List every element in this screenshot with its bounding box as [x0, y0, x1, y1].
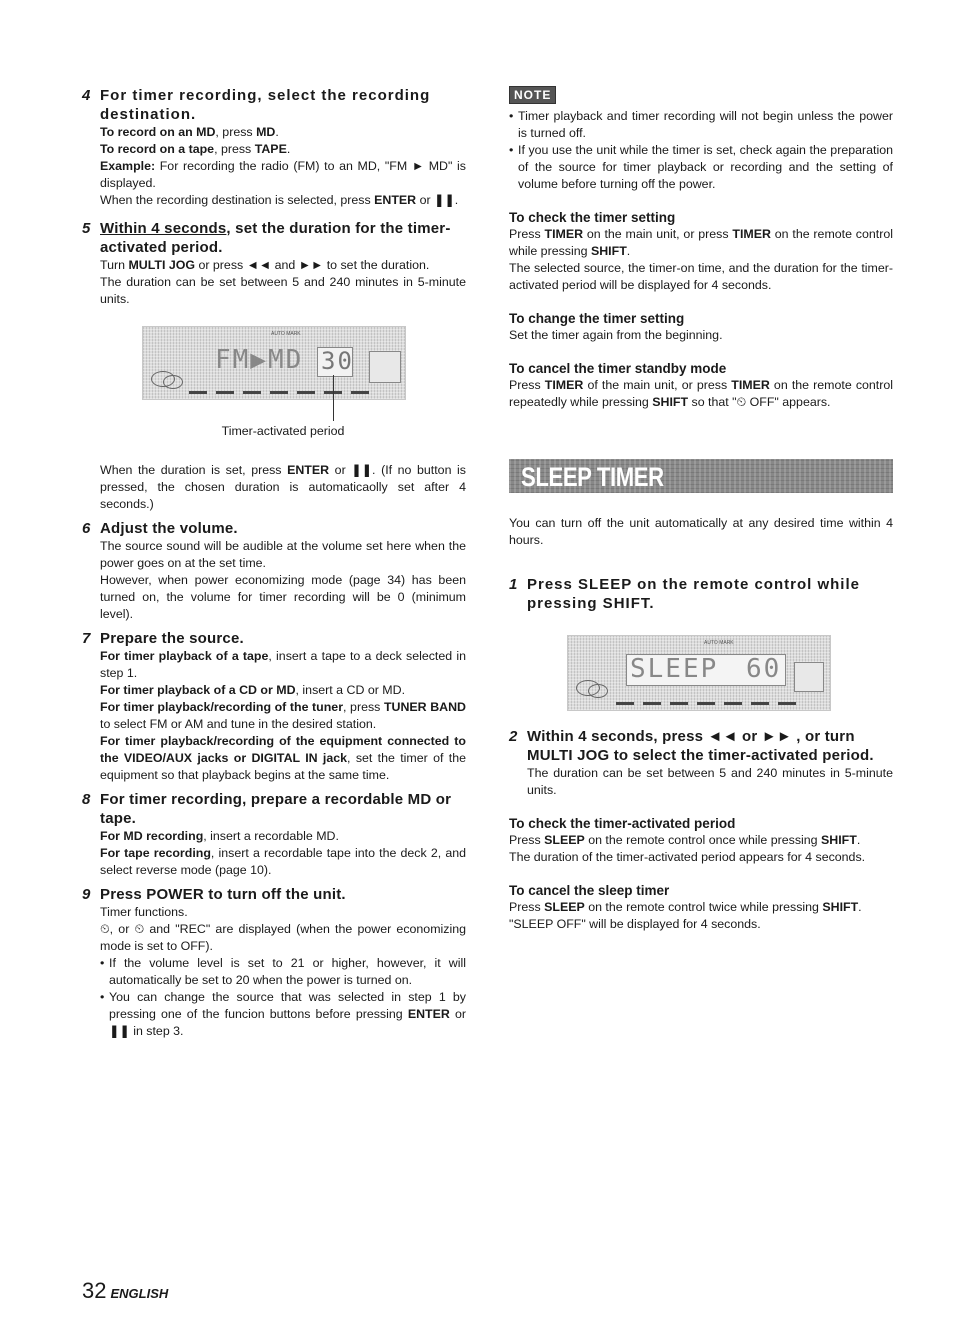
bullet-item: If the volume level is set to 21 or high… [100, 955, 466, 989]
paragraph: "SLEEP OFF" will be displayed for 4 seco… [509, 917, 761, 931]
banner-title: SLEEP TIMER [521, 462, 664, 492]
step-title: Press SLEEP on the remote control while … [527, 576, 860, 612]
step-5: 5 Within 4 seconds, set the duration for… [82, 219, 466, 513]
step-4: 4 For timer recording, select the record… [82, 86, 466, 209]
step-number: 9 [82, 886, 91, 903]
instruction-line: For tape recording, insert a recordable … [100, 846, 466, 877]
auto-mark-label: AUTO MARK [271, 331, 301, 337]
lcd-display-figure: AUTO MARK FM▶MD 30 [142, 326, 406, 421]
page-footer: 32 ENGLISH [82, 1278, 168, 1304]
step-number: 8 [82, 791, 91, 808]
step-title: For timer recording, select the recordin… [100, 87, 431, 123]
step-7: 7 Prepare the source. For timer playback… [82, 629, 466, 784]
pointer-line [333, 375, 334, 421]
step-title: Adjust the volume. [100, 520, 238, 537]
display-value-box: 30 [317, 347, 353, 377]
paragraph: You can turn off the unit automatically … [509, 516, 893, 547]
step-6: 6 Adjust the volume. The source sound wi… [82, 519, 466, 623]
section-heading: To check the timer-activated period [509, 816, 736, 831]
instruction-line: For MD recording, insert a recordable MD… [100, 829, 339, 843]
instruction-line: For timer playback/recording of the tune… [100, 700, 466, 731]
language-label: ENGLISH [110, 1286, 169, 1301]
instruction-line: When the recording destination is select… [100, 193, 459, 207]
display-text: SLEEP [630, 654, 719, 684]
section-heading: To cancel the timer standby mode [509, 361, 727, 376]
instruction-line: For timer playback of a CD or MD, insert… [100, 683, 406, 697]
sleep-timer-banner: SLEEP TIMER [509, 459, 893, 493]
right-column: NOTE Timer playback and timer recording … [509, 86, 893, 933]
display-value: 60 [746, 654, 782, 684]
note-item: If you use the unit while the timer is s… [509, 142, 893, 193]
lcd-display-figure: AUTO MARK SLEEP 60 [567, 635, 831, 711]
instruction-line: The duration can be set between 5 and 24… [100, 275, 466, 306]
step-9: 9 Press POWER to turn off the unit. Time… [82, 885, 466, 1040]
paragraph: ⏲, or ⏲ and "REC" are displayed (when th… [100, 922, 466, 953]
note-badge: NOTE [509, 86, 557, 104]
step-title: Within 4 seconds, press ◄◄ or ►► , or tu… [527, 728, 874, 764]
disc-icon [588, 684, 608, 698]
step-number: 4 [82, 87, 91, 104]
display-side-box [369, 351, 401, 383]
dash-segments [189, 391, 369, 394]
instruction-line: To record on an MD, press MD. [100, 125, 279, 139]
display-value: 30 [321, 347, 354, 375]
instruction-line: For timer playback of a tape, insert a t… [100, 649, 467, 680]
paragraph: Press TIMER on the main unit, or press T… [509, 227, 893, 258]
step-number: 2 [509, 728, 518, 745]
section-heading: To check the timer setting [509, 210, 676, 225]
instruction-line: Turn MULTI JOG or press ◄◄ and ►► to set… [100, 258, 430, 272]
paragraph: The source sound will be audible at the … [100, 539, 466, 570]
figure-caption: Timer-activated period [221, 424, 345, 438]
step-8: 8 For timer recording, prepare a recorda… [82, 790, 466, 879]
note-item: Timer playback and timer recording will … [509, 108, 893, 142]
step-title: Prepare the source. [100, 630, 244, 647]
paragraph: Timer functions. [100, 905, 188, 919]
sleep-step-2: 2 Within 4 seconds, press ◄◄ or ►► , or … [509, 727, 893, 799]
section-heading: To cancel the sleep timer [509, 883, 670, 898]
paragraph: Press SLEEP on the remote control once w… [509, 833, 861, 847]
paragraph: Press TIMER of the main unit, or press T… [509, 378, 894, 409]
auto-mark-label: AUTO MARK [704, 640, 734, 646]
dash-segments [616, 702, 796, 705]
instruction-line: Example: For recording the radio (FM) to… [100, 159, 466, 190]
instruction-line: To record on a tape, press TAPE. [100, 142, 291, 156]
step-number: 7 [82, 630, 91, 647]
step-number: 1 [509, 576, 518, 593]
paragraph: The duration can be set between 5 and 24… [527, 766, 893, 797]
sleep-step-1: 1 Press SLEEP on the remote control whil… [509, 575, 893, 613]
step-title: Within 4 seconds, set the duration for t… [100, 220, 451, 256]
step-number: 6 [82, 520, 91, 537]
paragraph: Set the timer again from the beginning. [509, 328, 723, 342]
paragraph: However, when power economizing mode (pa… [100, 573, 466, 621]
paragraph: The duration of the timer-activated peri… [509, 850, 866, 864]
section-heading: To change the timer setting [509, 311, 685, 326]
instruction-line: For timer playback/recording of the equi… [100, 734, 466, 782]
step-number: 5 [82, 220, 91, 237]
paragraph: Press SLEEP on the remote control twice … [509, 900, 862, 914]
left-column: 4 For timer recording, select the record… [82, 86, 466, 1040]
page-number: 32 [82, 1278, 107, 1303]
instruction-line: When the duration is set, press ENTER or… [100, 463, 466, 511]
bullet-item: You can change the source that was selec… [100, 989, 466, 1040]
step-title: For timer recording, prepare a recordabl… [100, 791, 452, 827]
display-source-text: FM▶MD [215, 345, 304, 375]
step-title: Press POWER to turn off the unit. [100, 886, 346, 903]
paragraph: The selected source, the timer-on time, … [509, 261, 893, 292]
display-side-box [794, 662, 824, 692]
disc-icon [163, 375, 183, 389]
